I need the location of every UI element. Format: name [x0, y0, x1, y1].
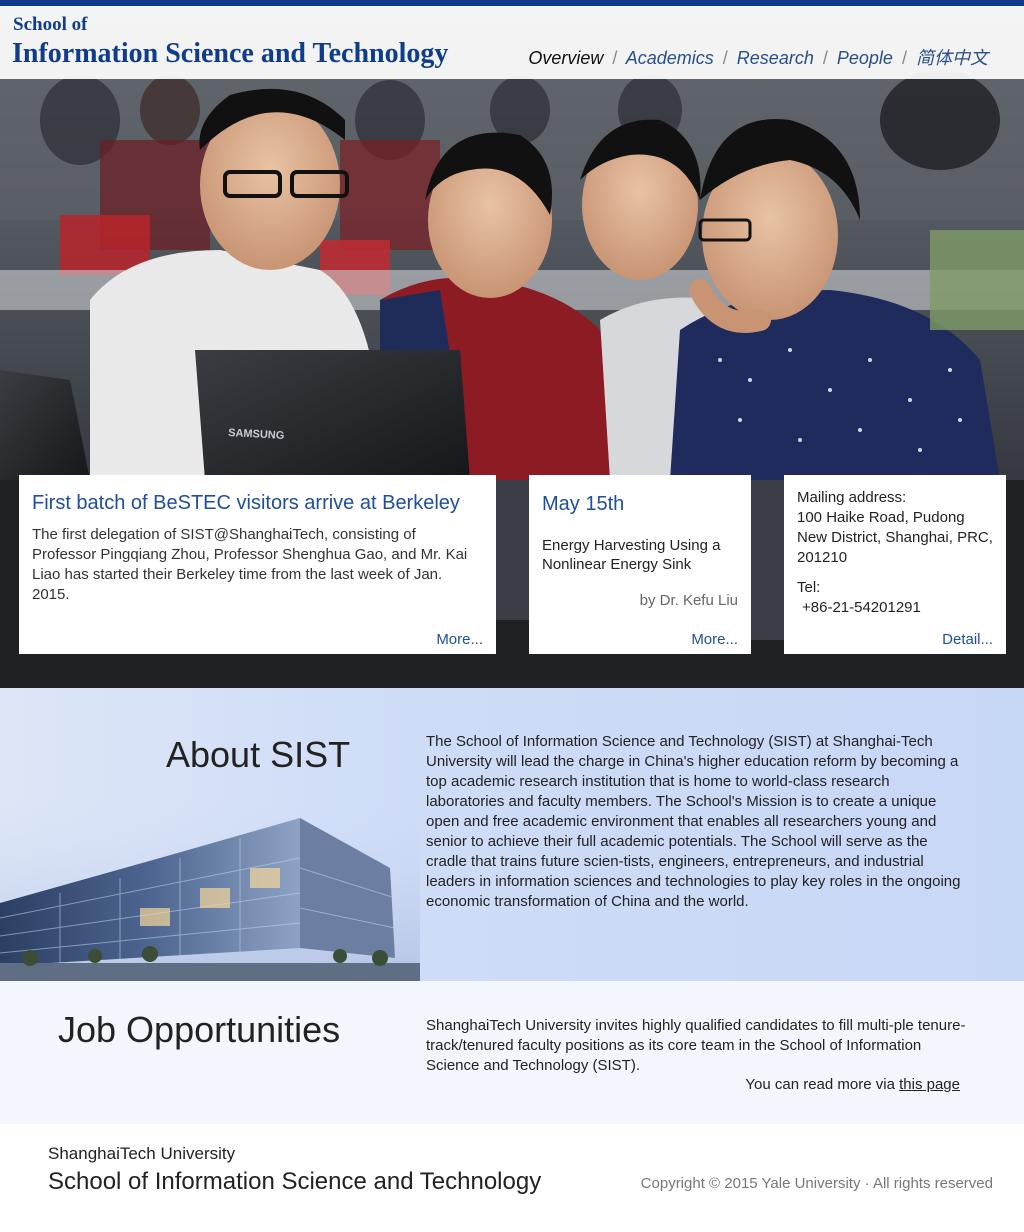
jobs-section: Job Opportunities ShanghaiTech Universit…: [0, 981, 1024, 1124]
event-card: May 15th Energy Harvesting Using a Nonli…: [529, 475, 751, 654]
mailing-label: Mailing address:: [797, 489, 907, 506]
jobs-more-link[interactable]: this page: [899, 1076, 960, 1093]
hero-banner: SAMSUNG School of Information Science an…: [0, 0, 1024, 688]
event-title[interactable]: Energy Harvesting Using a Nonlinear Ener…: [542, 536, 738, 574]
mailing-address: 100 Haike Road, Pudong New District, Sha…: [797, 509, 993, 566]
site-header: School of Information Science and Techno…: [0, 6, 1024, 79]
news-more-link[interactable]: More...: [436, 631, 483, 648]
about-text: The School of Information Science and Te…: [426, 733, 961, 910]
logo-title[interactable]: Information Science and Technology: [12, 38, 448, 70]
nav-overview[interactable]: Overview: [528, 48, 603, 68]
contact-detail-link[interactable]: Detail...: [942, 631, 993, 648]
event-date: May 15th: [542, 493, 625, 515]
about-section: About SIST The School of Information Sci…: [0, 688, 1024, 981]
jobs-more-line: You can read more via this page: [745, 1076, 960, 1093]
site-footer: ShanghaiTech University School of Inform…: [0, 1124, 1024, 1232]
building-illustration: [0, 798, 420, 981]
nav-separator: /: [612, 48, 618, 68]
nav-separator: /: [722, 48, 728, 68]
nav-people[interactable]: People: [837, 48, 893, 68]
about-heading: About SIST: [166, 734, 351, 775]
nav-separator: /: [822, 48, 828, 68]
news-title[interactable]: First batch of BeSTEC visitors arrive at…: [32, 491, 483, 515]
nav-academics[interactable]: Academics: [626, 48, 714, 68]
news-card: First batch of BeSTEC visitors arrive at…: [19, 475, 496, 654]
footer-university: ShanghaiTech University: [48, 1144, 236, 1163]
nav-research[interactable]: Research: [737, 48, 814, 68]
jobs-more-prefix: You can read more via: [745, 1076, 900, 1093]
tel-label: Tel:: [797, 579, 821, 596]
footer-copyright: Copyright © 2015 Yale University · All r…: [640, 1175, 993, 1192]
jobs-heading: Job Opportunities: [58, 1009, 341, 1050]
logo-small-text[interactable]: School of: [13, 14, 87, 36]
main-nav: Overview / Academics / Research / People…: [528, 44, 988, 70]
nav-separator: /: [901, 48, 907, 68]
tel-number: +86-21-54201291: [802, 599, 921, 616]
contact-card: Mailing address: 100 Haike Road, Pudong …: [784, 475, 1006, 654]
event-more-link[interactable]: More...: [691, 631, 738, 648]
news-body: The first delegation of SIST@ShanghaiTec…: [32, 526, 468, 603]
nav-chinese[interactable]: 简体中文: [916, 48, 988, 68]
event-speaker: by Dr. Kefu Liu: [639, 592, 738, 609]
jobs-text: ShanghaiTech University invites highly q…: [426, 1017, 966, 1074]
footer-school: School of Information Science and Techno…: [48, 1168, 542, 1195]
